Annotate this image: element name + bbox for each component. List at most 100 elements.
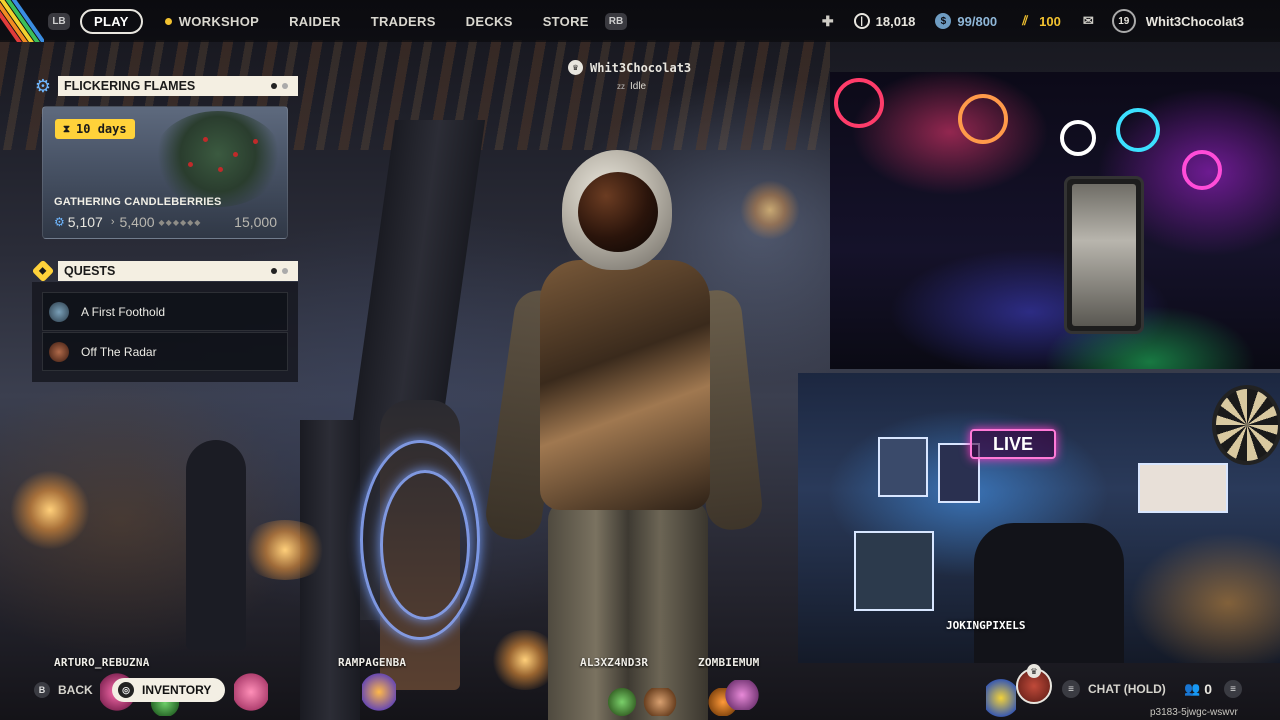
brand-stripes (0, 0, 44, 42)
quest-item[interactable]: A First Foothold (42, 292, 288, 331)
berry (188, 162, 193, 167)
event-title-bar: FLICKERING FLAMES (58, 76, 298, 96)
tab-workshop-label: WORKSHOP (178, 13, 260, 29)
squad-member-name: ZOMBIEMUM (698, 656, 760, 669)
player-nametag: ♛ Whit3Chocolat3 (568, 60, 691, 75)
pixel-art-poster (854, 531, 934, 611)
stash-value: 99/800 (957, 13, 998, 29)
tokens-value: 100 (1039, 13, 1061, 29)
rgb-fan (1182, 150, 1222, 190)
player-status: zz Idle (617, 81, 646, 92)
squad-member-name: RAMPAGENBA (338, 656, 407, 669)
quest-icon: ◆ (31, 259, 55, 283)
squad-member-name: AL3XZ4ND3R (580, 656, 649, 669)
inventory-button[interactable]: ◎ INVENTORY (112, 678, 226, 702)
lb-bumper-hint: LB (48, 12, 70, 30)
neon-ring (380, 470, 470, 620)
event-progress-current: 5,107 (67, 214, 103, 230)
astronaut-torso (540, 260, 710, 510)
chevron-right-icon: › (110, 216, 115, 228)
quest-title: A First Foothold (81, 304, 166, 319)
streamer-room-camera: LIVE JOKINGPIXELS (798, 373, 1280, 663)
event-name: GATHERING CANDLEBERRIES (54, 196, 222, 208)
coins-currency: | 18,018 (853, 13, 916, 29)
quests-list: A First Foothold Off The Radar (32, 282, 298, 382)
b-button-icon: B (34, 682, 50, 698)
tab-store[interactable]: STORE (543, 14, 589, 29)
wall-poster (1138, 463, 1228, 513)
room-code: p3183-5jwgc-wswvr (1150, 707, 1238, 718)
berry (218, 167, 223, 172)
progress-diamonds: ◆◆◆◆◆◆ (158, 217, 202, 227)
token-icon: ⫽ (1022, 13, 1029, 28)
chat-label: CHAT (HOLD) (1088, 682, 1166, 696)
hourglass-icon: ⧗ (63, 123, 71, 135)
tab-decks[interactable]: DECKS (466, 14, 513, 29)
rb-bumper-hint: RB (604, 12, 628, 30)
wall-poster (878, 437, 928, 497)
mail-icon[interactable]: ✉ (1083, 13, 1094, 29)
username[interactable]: Whit3Chocolat3 (1146, 14, 1244, 29)
tab-play[interactable]: PLAY (80, 8, 143, 34)
player-status-text: Idle (630, 81, 647, 92)
crown-icon: ♛ (568, 60, 583, 75)
party-count-value: 0 (1204, 681, 1212, 697)
rgb-fan (1060, 120, 1096, 156)
event-timer-text: 10 days (76, 122, 127, 136)
candle-light (240, 520, 330, 580)
quest-title: Off The Radar (81, 344, 157, 359)
gaming-chair (974, 523, 1124, 663)
controller-button-icon: ◎ (118, 682, 134, 698)
dartboard (1212, 385, 1280, 465)
back-button[interactable]: B BACK (34, 682, 93, 698)
notification-dot-icon (164, 17, 172, 25)
candleberry-tree-image (153, 111, 283, 207)
people-icon: 👥 (1184, 681, 1201, 696)
rgb-fan (958, 94, 1008, 144)
npc-silhouette (186, 440, 246, 650)
gear-icon: ⚙ (54, 215, 65, 229)
berry (253, 139, 258, 144)
event-title: FLICKERING FLAMES (64, 79, 196, 93)
player-level-badge: 19 (1111, 9, 1136, 33)
sleep-icon: zz (617, 82, 625, 91)
quest-giver-avatar (49, 301, 69, 322)
event-panel-header[interactable]: ⚙ FLICKERING FLAMES (32, 75, 298, 97)
candle-light (10, 470, 90, 550)
menu-icon[interactable]: ≡ (1223, 680, 1242, 698)
page-dots (266, 83, 288, 89)
stash-icon: $ (935, 13, 952, 29)
tab-workshop[interactable]: WORKSHOP (164, 13, 260, 29)
squad-member-name: ARTURO_REBUZNA (54, 656, 150, 669)
quests-panel-header[interactable]: ◆ QUESTS (31, 259, 298, 283)
menu-icon: ≡ (1062, 680, 1080, 698)
page-dots (266, 268, 288, 274)
streamer-desk-camera (830, 72, 1280, 369)
event-progress: ⚙ 5,107 › 5,400 ◆◆◆◆◆◆ 15,000 (54, 214, 277, 230)
tokens-currency: ⫽ 100 (1017, 13, 1061, 29)
phone-screen (1072, 184, 1136, 326)
quest-item[interactable]: Off The Radar (42, 332, 288, 371)
rgb-fan (1116, 108, 1160, 152)
event-card[interactable]: ⧗ 10 days GATHERING CANDLEBERRIES ⚙ 5,10… (42, 106, 288, 239)
tab-raider[interactable]: RAIDER (289, 14, 341, 29)
rgb-fan (834, 78, 884, 128)
chat-hold-button[interactable]: ≡ CHAT (HOLD) (1062, 680, 1166, 698)
player-nametag-name: Whit3Chocolat3 (590, 60, 692, 75)
gift-icon[interactable]: ✚ (822, 13, 834, 30)
coin-icon: | (853, 13, 870, 29)
berry (203, 137, 208, 142)
bottom-action-bar: B BACK ◎ INVENTORY ≡ CHAT (HOLD) 👥 0 ≡ (0, 676, 1280, 704)
party-count[interactable]: 👥 0 ≡ (1184, 680, 1242, 698)
currency-bar: ✚ | 18,018 $ 99/800 ⫽ 100 ✉ 19 Whit3Choc… (822, 8, 1244, 34)
main-nav: LB PLAY WORKSHOP RAIDER TRADERS DECKS ST… (48, 8, 628, 34)
event-progress-next: 5,400 (119, 214, 155, 230)
gear-icon: ⚙ (34, 75, 52, 96)
inventory-label: INVENTORY (142, 683, 212, 697)
coins-value: 18,018 (875, 13, 916, 29)
webcam-caption: JOKINGPIXELS (946, 619, 1026, 632)
live-neon-sign: LIVE (970, 429, 1056, 459)
player-character-astronaut (482, 150, 770, 720)
tab-traders[interactable]: TRADERS (371, 14, 436, 29)
berry (233, 152, 238, 157)
